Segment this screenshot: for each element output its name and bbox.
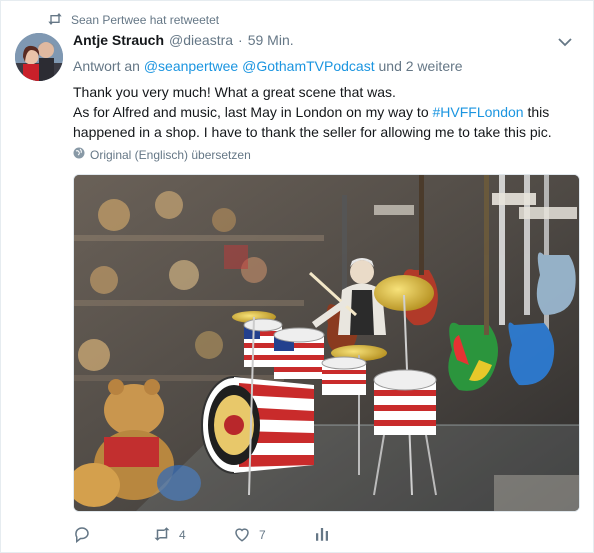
retweet-notice: Sean Pertwee hat retweetet <box>47 11 219 29</box>
like-count: 7 <box>259 528 266 542</box>
reply-button[interactable] <box>73 525 153 545</box>
chevron-down-icon[interactable] <box>557 35 573 49</box>
like-button[interactable]: 7 <box>233 525 313 545</box>
photo-drummer-figurine-in-shop-window <box>74 175 579 511</box>
reply-icon <box>73 525 91 546</box>
analytics-button[interactable] <box>313 525 331 545</box>
translate-link[interactable]: Original (Englisch) übersetzen <box>73 147 251 162</box>
tweet-header: Antje Strauch @diеastra · 59 Min. <box>73 32 294 48</box>
retweet-count: 4 <box>179 528 186 542</box>
timestamp[interactable]: 59 Min. <box>248 32 294 48</box>
reply-context: Antwort an @seanpertwee @GothamTVPodcast… <box>73 58 463 74</box>
heart-icon <box>233 525 251 546</box>
tweet-actions: 4 7 <box>73 525 331 545</box>
mention-link[interactable]: @GothamTVPodcast <box>242 58 375 74</box>
author-name[interactable]: Antje Strauch <box>73 32 164 48</box>
mention-link[interactable]: @seanpertwee <box>144 58 238 74</box>
tweet-text-segment: As for Alfred and music, last May in Lon… <box>73 104 433 120</box>
reply-suffix[interactable]: und 2 weitere <box>379 58 463 74</box>
tweet-text-line: As for Alfred and music, last May in Lon… <box>73 102 573 142</box>
translate-label[interactable]: Original (Englisch) übersetzen <box>90 148 251 162</box>
avatar[interactable] <box>15 33 63 81</box>
retweet-icon <box>47 12 63 29</box>
retweet-icon <box>153 525 171 546</box>
tweet-photo[interactable] <box>73 174 580 512</box>
retweet-notice-text[interactable]: Sean Pertwee hat retweetet <box>71 13 219 27</box>
separator: · <box>238 32 243 48</box>
globe-icon <box>73 147 85 162</box>
tweet-card[interactable]: Sean Pertwee hat retweetet Antje Strauch… <box>0 0 594 553</box>
retweet-button[interactable]: 4 <box>153 525 233 545</box>
tweet-text: Thank you very much! What a great scene … <box>73 82 573 142</box>
author-handle[interactable]: @diеastra <box>169 32 233 48</box>
hashtag-link[interactable]: #HVFFLondon <box>433 104 524 120</box>
tweet-text-line: Thank you very much! What a great scene … <box>73 84 396 100</box>
analytics-icon <box>313 525 331 546</box>
reply-prefix: Antwort an <box>73 58 140 74</box>
